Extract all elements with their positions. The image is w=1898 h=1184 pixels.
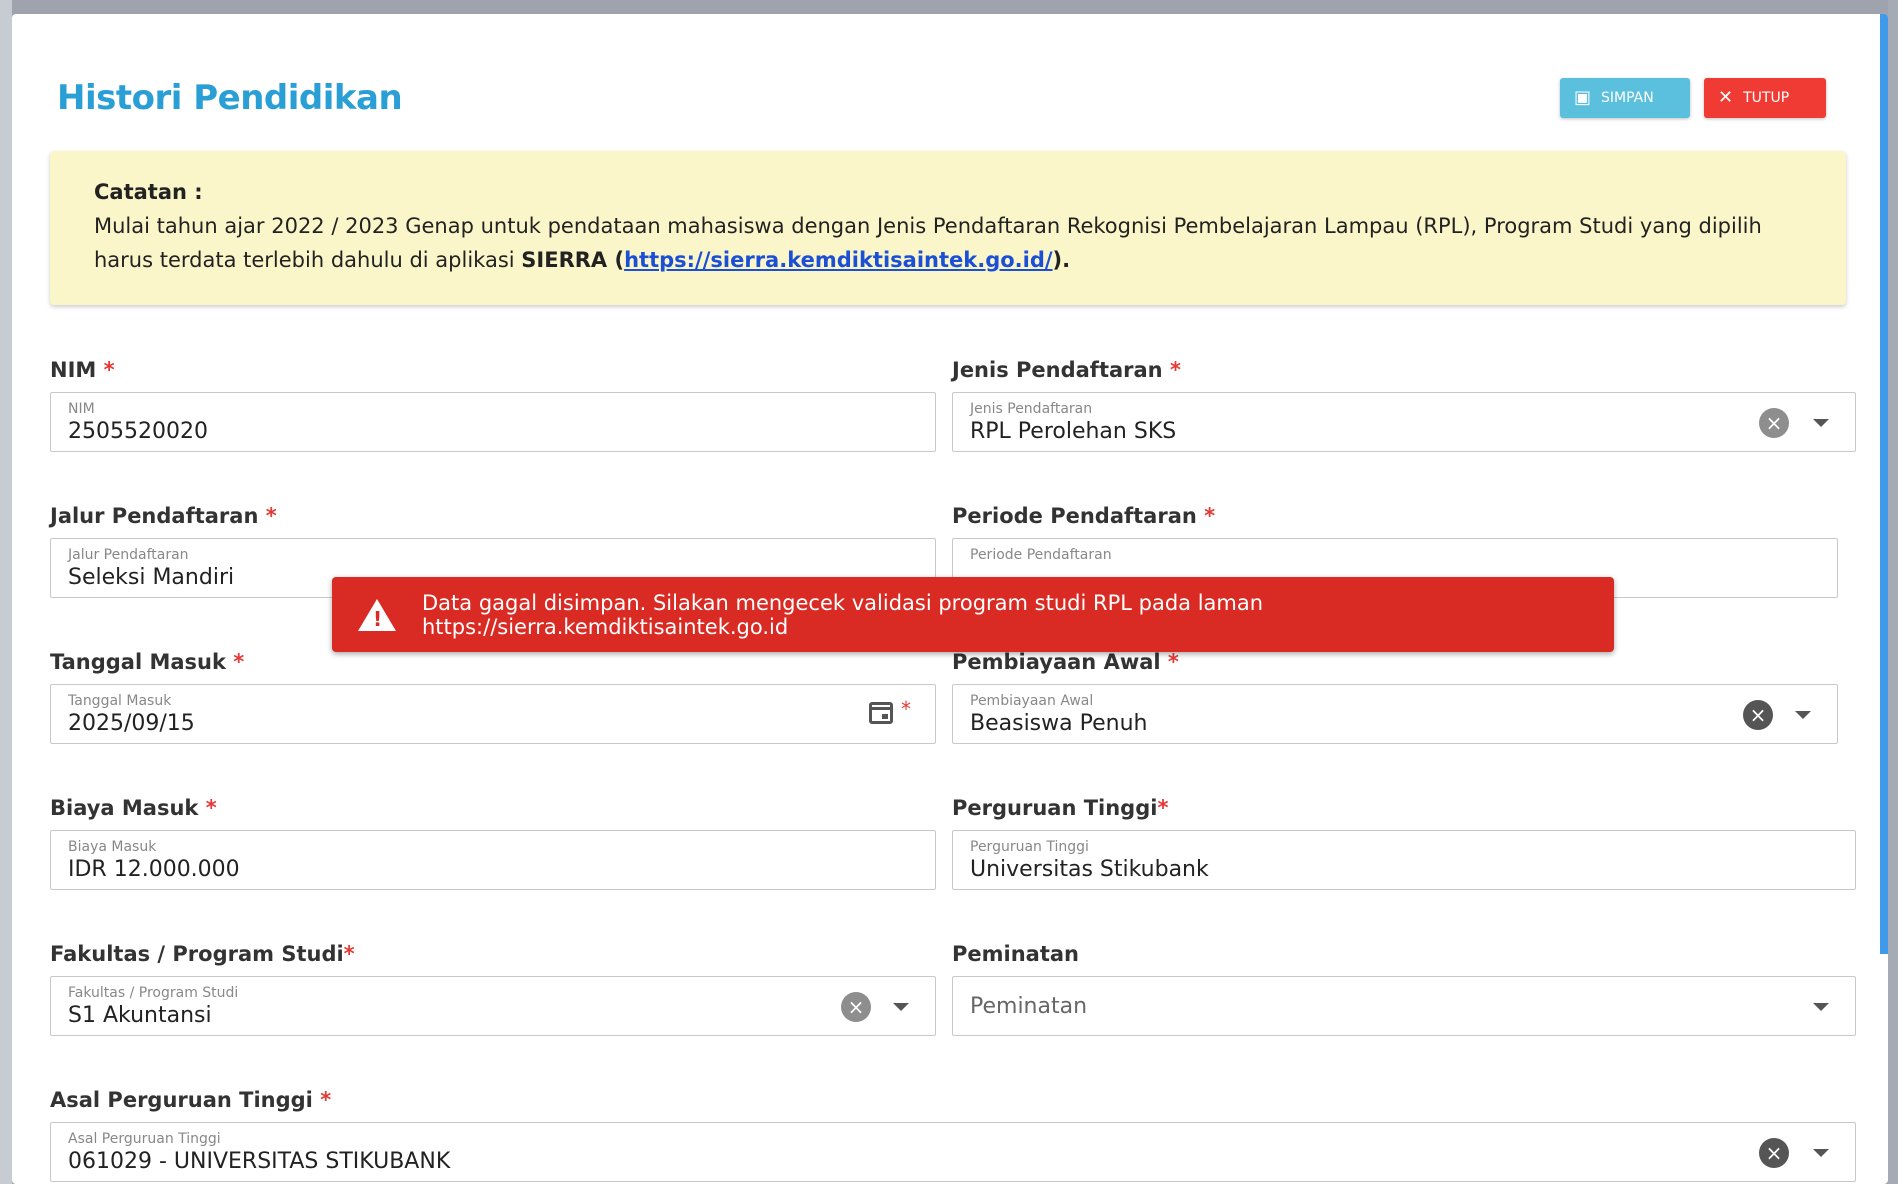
close-icon: ✕ bbox=[1718, 87, 1734, 108]
floppy-disk-icon: ▣ bbox=[1574, 87, 1592, 108]
warning-icon: ! bbox=[358, 598, 396, 631]
background-right-strip bbox=[1888, 0, 1898, 1184]
pembiayaan-awal-select[interactable]: Pembiayaan Awal Beasiswa Penuh × bbox=[952, 684, 1838, 744]
tanggal-masuk-field[interactable]: Tanggal Masuk 2025/09/15 * bbox=[50, 684, 936, 744]
dialog-title: Histori Pendidikan bbox=[57, 78, 403, 118]
note-box: Catatan : Mulai tahun ajar 2022 / 2023 G… bbox=[50, 151, 1846, 305]
clear-icon[interactable]: × bbox=[1743, 700, 1773, 730]
tanggal-masuk-label: Tanggal Masuk * bbox=[50, 650, 245, 674]
scrollbar[interactable] bbox=[1880, 14, 1888, 954]
clear-icon[interactable]: × bbox=[1759, 1138, 1789, 1168]
calendar-icon[interactable] bbox=[869, 702, 893, 724]
clear-icon[interactable]: × bbox=[1759, 408, 1789, 438]
nim-field[interactable]: NIM 2505520020 bbox=[50, 392, 936, 452]
perguruan-tinggi-label: Perguruan Tinggi* bbox=[952, 796, 1169, 820]
program-studi-label: Fakultas / Program Studi* bbox=[50, 942, 355, 966]
jenis-pendaftaran-label: Jenis Pendaftaran * bbox=[952, 358, 1181, 382]
peminatan-select[interactable]: Peminatan bbox=[952, 976, 1856, 1036]
chevron-down-icon[interactable] bbox=[893, 1003, 909, 1011]
error-toast-message: Data gagal disimpan. Silakan mengecek va… bbox=[422, 590, 1264, 639]
jenis-pendaftaran-select[interactable]: Jenis Pendaftaran RPL Perolehan SKS × bbox=[952, 392, 1856, 452]
biaya-masuk-label: Biaya Masuk * bbox=[50, 796, 217, 820]
chevron-down-icon[interactable] bbox=[1813, 419, 1829, 427]
save-button[interactable]: ▣ SIMPAN bbox=[1560, 78, 1690, 118]
jalur-pendaftaran-label: Jalur Pendaftaran * bbox=[50, 504, 277, 528]
chevron-down-icon[interactable] bbox=[1813, 1003, 1829, 1011]
pembiayaan-awal-label: Pembiayaan Awal * bbox=[952, 650, 1179, 674]
note-app-name: SIERRA bbox=[521, 248, 608, 272]
save-button-label: SIMPAN bbox=[1601, 90, 1654, 106]
nim-label: NIM * bbox=[50, 358, 115, 382]
histori-pendidikan-dialog: Histori Pendidikan ▣ SIMPAN ✕ TUTUP Cata… bbox=[12, 14, 1888, 1184]
close-button[interactable]: ✕ TUTUP bbox=[1704, 78, 1826, 118]
background-left-strip bbox=[0, 0, 12, 1184]
program-studi-select[interactable]: Fakultas / Program Studi S1 Akuntansi × bbox=[50, 976, 936, 1036]
chevron-down-icon[interactable] bbox=[1813, 1149, 1829, 1157]
perguruan-tinggi-field[interactable]: Perguruan Tinggi Universitas Stikubank bbox=[952, 830, 1856, 890]
sierra-link[interactable]: https://sierra.kemdiktisaintek.go.id/ bbox=[624, 248, 1052, 272]
peminatan-label: Peminatan bbox=[952, 942, 1079, 966]
note-text: Mulai tahun ajar 2022 / 2023 Genap untuk… bbox=[94, 214, 1762, 272]
clear-icon[interactable]: × bbox=[841, 992, 871, 1022]
chevron-down-icon[interactable] bbox=[1795, 711, 1811, 719]
asal-perguruan-tinggi-label: Asal Perguruan Tinggi * bbox=[50, 1088, 332, 1112]
biaya-masuk-field[interactable]: Biaya Masuk IDR 12.000.000 bbox=[50, 830, 936, 890]
note-title: Catatan : bbox=[94, 180, 203, 204]
close-button-label: TUTUP bbox=[1743, 90, 1790, 106]
error-toast: ! Data gagal disimpan. Silakan mengecek … bbox=[332, 577, 1614, 652]
periode-pendaftaran-label: Periode Pendaftaran * bbox=[952, 504, 1216, 528]
asal-perguruan-tinggi-select[interactable]: Asal Perguruan Tinggi 061029 - UNIVERSIT… bbox=[50, 1122, 1856, 1182]
